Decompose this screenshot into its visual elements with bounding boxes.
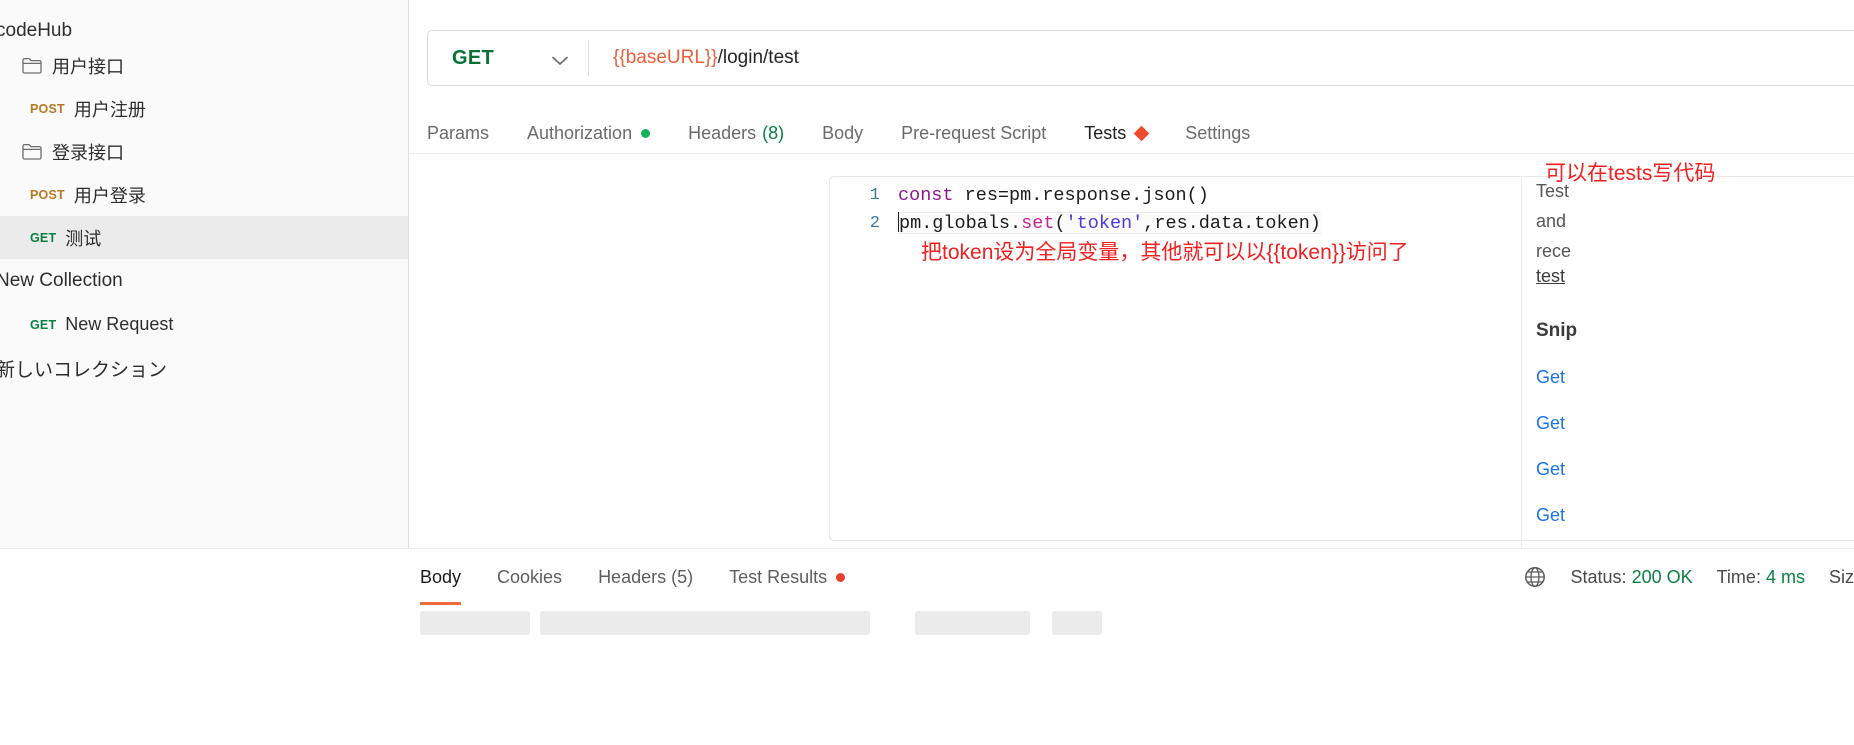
test-docs-link[interactable]: test bbox=[1536, 266, 1854, 287]
code-token: ,res.data.token) bbox=[1143, 213, 1321, 234]
modified-diamond-icon bbox=[1133, 125, 1150, 142]
tab-label: Params bbox=[427, 123, 490, 143]
sidebar-folder-item[interactable]: 登录接口 bbox=[0, 130, 408, 173]
line-number: 1 bbox=[869, 185, 880, 205]
tab-label: Body bbox=[822, 123, 864, 143]
sidebar-request-item[interactable]: POST 用户登录 bbox=[0, 173, 408, 216]
request-tab-params[interactable]: Params bbox=[427, 123, 489, 153]
code-text: pm.globals.set('token',res.data.token) bbox=[898, 212, 1321, 234]
url-input[interactable]: {{baseURL}}/login/test bbox=[589, 31, 1854, 85]
sidebar-folder-item[interactable]: 用户接口 bbox=[0, 44, 408, 87]
placeholder-bar bbox=[915, 611, 1030, 635]
collection-header[interactable]: 新しいコレクション bbox=[0, 346, 408, 390]
response-body-placeholder bbox=[0, 605, 1854, 635]
collection-header[interactable]: codeHub bbox=[0, 0, 408, 44]
tab-label: Headers (5) bbox=[598, 566, 694, 587]
placeholder-bar bbox=[540, 611, 870, 635]
request-method-badge: GET bbox=[30, 317, 57, 332]
sidebar-item-label: 登录接口 bbox=[52, 142, 124, 163]
method-label: GET bbox=[452, 46, 495, 69]
response-tabs: Body Cookies Headers (5) Test Results Statu… bbox=[0, 549, 1854, 605]
request-tabs: Params Authorization Headers (8) Body Pre-req… bbox=[409, 112, 1854, 154]
code-text: const res=pm.response.json() bbox=[898, 185, 1209, 206]
response-tab-cookies[interactable]: Cookies bbox=[497, 549, 562, 605]
tab-label: Test Results bbox=[729, 566, 828, 587]
time-label: Time: bbox=[1716, 566, 1761, 587]
request-tab-authorization[interactable]: Authorization bbox=[527, 123, 651, 153]
sidebar-item-label: 用户登录 bbox=[73, 185, 146, 206]
status-dot-icon bbox=[641, 129, 651, 138]
url-variable: {{baseURL}} bbox=[613, 47, 718, 68]
placeholder-bar bbox=[420, 611, 530, 635]
tests-help-panel: Test and rece test Snip Get Get Get Get bbox=[1536, 176, 1854, 596]
tab-label: Authorization bbox=[527, 123, 633, 143]
code-token: const bbox=[898, 184, 954, 206]
tab-label: Pre-request Script bbox=[901, 123, 1047, 143]
method-select[interactable]: GET bbox=[428, 31, 588, 85]
tab-label: Settings bbox=[1185, 123, 1251, 143]
status-value: 200 OK bbox=[1631, 566, 1693, 587]
help-text-line: Test bbox=[1536, 181, 1570, 201]
postman-window: codeHub 用户接口 POST 用户注册登录接口 POST 用户登录 GET 测试 New … bbox=[0, 0, 1854, 745]
tab-count: (8) bbox=[762, 123, 785, 143]
help-text-line: and bbox=[1536, 211, 1567, 231]
request-method-badge: POST bbox=[30, 101, 65, 116]
snippet-link[interactable]: Get bbox=[1536, 505, 1854, 526]
sidebar-item-label: New Request bbox=[65, 314, 174, 334]
sidebar-request-item[interactable]: POST 用户注册 bbox=[0, 87, 408, 130]
request-tab-body[interactable]: Body bbox=[822, 123, 863, 153]
response-area: Body Cookies Headers (5) Test Results Statu… bbox=[0, 548, 1854, 745]
tab-label: Tests bbox=[1084, 123, 1127, 143]
annotation-token-note: 把token设为全局变量，其他就可以以{{token}}访问了 bbox=[921, 241, 1409, 264]
code-token: pm.globals. bbox=[899, 213, 1022, 234]
line-number: 2 bbox=[869, 213, 880, 233]
collection-header[interactable]: New Collection bbox=[0, 259, 408, 303]
sidebar-item-label: 用户接口 bbox=[52, 56, 124, 77]
folder-icon bbox=[22, 57, 42, 74]
chevron-down-icon bbox=[552, 53, 568, 66]
request-tab-tests[interactable]: Tests bbox=[1084, 123, 1150, 153]
sidebar-request-item[interactable]: GET New Request bbox=[0, 303, 408, 346]
snippet-link[interactable]: Get bbox=[1536, 367, 1854, 388]
snippet-link[interactable]: Get bbox=[1536, 413, 1854, 434]
response-status-group: Status: 200 OK Time: 4 ms Siz bbox=[1523, 549, 1854, 605]
tab-label: Headers bbox=[688, 123, 757, 143]
time-group: Time: 4 ms bbox=[1717, 567, 1805, 588]
sidebar-item-label: 测试 bbox=[65, 228, 102, 249]
tab-label: Body bbox=[420, 566, 462, 587]
status-group: Status: 200 OK bbox=[1571, 567, 1693, 588]
url-bar-region: GET {{baseURL}}/login/test bbox=[409, 0, 1854, 86]
right-panel-divider bbox=[1521, 176, 1522, 596]
snippet-link[interactable]: Get bbox=[1536, 459, 1854, 480]
code-token: res=pm.response.json() bbox=[953, 184, 1209, 206]
size-label: Siz bbox=[1828, 566, 1854, 587]
code-token: set bbox=[1021, 213, 1055, 234]
request-tab-headers[interactable]: Headers (8) bbox=[688, 123, 784, 153]
response-tab-body[interactable]: Body bbox=[420, 549, 462, 605]
sidebar-item-label: 用户注册 bbox=[73, 99, 146, 120]
response-tab-test-results[interactable]: Test Results bbox=[729, 549, 846, 605]
request-method-badge: GET bbox=[30, 230, 57, 245]
time-value: 4 ms bbox=[1765, 566, 1805, 587]
request-tab-settings[interactable]: Settings bbox=[1185, 123, 1250, 153]
request-tab-pre-request-script[interactable]: Pre-request Script bbox=[901, 123, 1046, 153]
sidebar-request-item[interactable]: GET 测试 bbox=[0, 216, 408, 259]
code-token: 'token' bbox=[1065, 213, 1144, 234]
placeholder-bar bbox=[1052, 611, 1102, 635]
failure-dot-icon bbox=[836, 572, 846, 582]
response-tab-headers[interactable]: Headers (5) bbox=[598, 549, 693, 605]
request-method-badge: POST bbox=[30, 187, 65, 202]
status-label: Status: bbox=[1570, 566, 1627, 587]
snippets-heading: Snip bbox=[1536, 320, 1578, 341]
globe-icon bbox=[1523, 565, 1547, 589]
code-token: ( bbox=[1054, 213, 1066, 234]
help-text-line: rece bbox=[1536, 241, 1572, 261]
url-bar: GET {{baseURL}}/login/test bbox=[427, 30, 1854, 86]
folder-icon bbox=[22, 143, 42, 160]
tab-label: Cookies bbox=[497, 566, 563, 587]
url-path: /login/test bbox=[717, 47, 799, 68]
